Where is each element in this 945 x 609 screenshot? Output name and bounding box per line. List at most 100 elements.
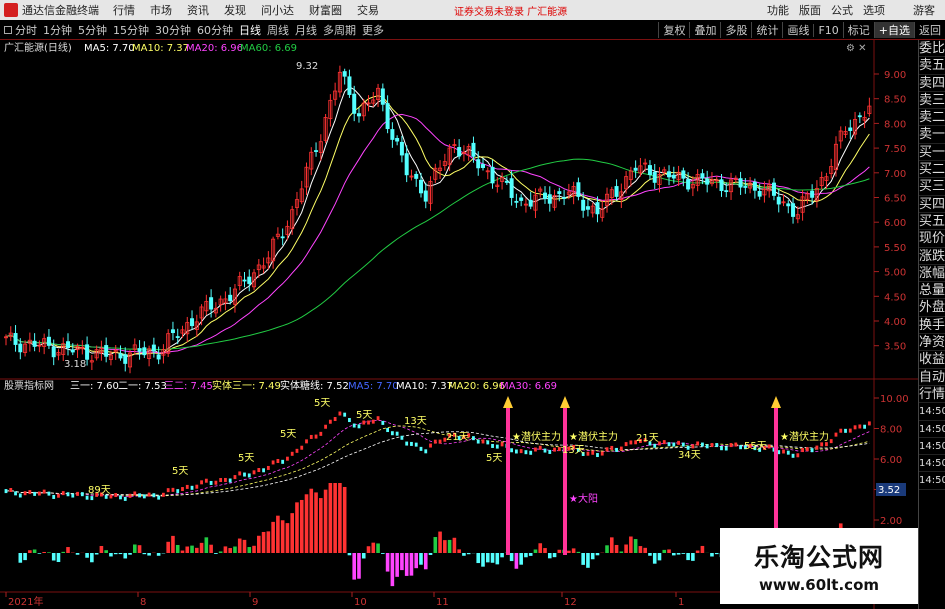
side-panel-item[interactable]: 委比 bbox=[919, 40, 945, 58]
guest-user[interactable]: 游客 bbox=[913, 2, 935, 18]
period-30min[interactable]: 30分钟 bbox=[155, 22, 191, 38]
side-panel-item[interactable]: 14:50 bbox=[919, 403, 945, 421]
histogram-bar bbox=[390, 553, 395, 587]
btn-adjust[interactable]: 复权 bbox=[658, 22, 689, 38]
toolbar-menu-icon[interactable] bbox=[4, 25, 12, 34]
histogram-bar bbox=[395, 553, 399, 577]
side-panel-item[interactable]: 净资 bbox=[919, 334, 945, 352]
histogram-bar bbox=[285, 523, 290, 553]
signal-label: ★潜伏主力 bbox=[569, 430, 618, 443]
menu-layout[interactable]: 版面 bbox=[799, 2, 821, 18]
period-weekly[interactable]: 周线 bbox=[267, 22, 289, 38]
watermark-url: www.60lt.com bbox=[758, 576, 880, 594]
side-panel-item[interactable]: 卖五 bbox=[919, 57, 945, 75]
menu-formula[interactable]: 公式 bbox=[831, 2, 853, 18]
menu-wealth-circle[interactable]: 财富圈 bbox=[309, 2, 342, 18]
side-panel-item[interactable]: 14:50 bbox=[919, 472, 945, 490]
btn-add-watchlist[interactable]: +自选 bbox=[873, 22, 914, 38]
side-panel-item[interactable]: 14:50 bbox=[919, 438, 945, 456]
side-panel-item[interactable]: 买三 bbox=[919, 178, 945, 196]
period-daily[interactable]: 日线 bbox=[239, 22, 261, 38]
period-multi[interactable]: 多周期 bbox=[323, 22, 356, 38]
main-y-axis: 9.00 8.50 8.00 7.50 7.00 6.50 6.00 5.50 5.00 4.50… bbox=[874, 70, 906, 353]
btn-overlay[interactable]: 叠加 bbox=[689, 22, 720, 38]
menu-news[interactable]: 资讯 bbox=[187, 2, 209, 18]
histogram-bar bbox=[266, 531, 271, 553]
indicator-candle bbox=[677, 440, 680, 445]
side-panel-item[interactable]: 自动 bbox=[919, 369, 945, 386]
main-y-tick-label: 7.00 bbox=[884, 169, 906, 180]
period-60min[interactable]: 60分钟 bbox=[197, 22, 233, 38]
side-panel-item[interactable]: 换手 bbox=[919, 317, 945, 335]
indicator-candle bbox=[414, 442, 418, 447]
candle-body bbox=[175, 336, 180, 338]
histogram-bar bbox=[638, 546, 643, 553]
btn-multi-stock[interactable]: 多股 bbox=[720, 22, 751, 38]
indicator-candle bbox=[233, 475, 237, 480]
side-panel-item[interactable]: 涨幅 bbox=[919, 265, 945, 283]
indicator-candle bbox=[433, 439, 437, 444]
side-panel-item[interactable]: 卖一 bbox=[919, 126, 945, 144]
period-monthly[interactable]: 月线 bbox=[295, 22, 317, 38]
menu-quotes[interactable]: 行情 bbox=[113, 2, 135, 18]
indicator-candle bbox=[805, 447, 809, 452]
indicator-candle bbox=[4, 489, 8, 494]
candle-body bbox=[399, 141, 404, 156]
side-panel-item[interactable]: 卖三 bbox=[919, 92, 945, 110]
btn-mark[interactable]: 标记 bbox=[842, 22, 874, 38]
side-panel-item[interactable]: 买一 bbox=[919, 144, 945, 162]
indicator-candle bbox=[472, 436, 475, 441]
histogram-bar bbox=[571, 548, 576, 553]
side-panel-item[interactable]: 收益 bbox=[919, 351, 945, 369]
side-panel-item[interactable]: 14:50 bbox=[919, 421, 945, 438]
indicator-y-axis: 10.008.006.004.002.00 bbox=[874, 394, 909, 527]
histogram-bar bbox=[295, 502, 299, 553]
trade-login-notice[interactable]: 证券交易未登录 广汇能源 bbox=[454, 3, 567, 18]
histogram-bar bbox=[347, 553, 352, 556]
side-panel-item[interactable]: 卖四 bbox=[919, 75, 945, 92]
side-panel-item[interactable]: 卖二 bbox=[919, 109, 945, 127]
side-panel-item[interactable]: 涨跌 bbox=[919, 248, 945, 265]
histogram-bar bbox=[376, 543, 380, 553]
period-15min[interactable]: 15分钟 bbox=[113, 22, 149, 38]
histogram-bar bbox=[290, 513, 294, 553]
histogram-bar bbox=[123, 553, 128, 559]
menu-options[interactable]: 选项 bbox=[863, 2, 885, 18]
indicator-candle bbox=[61, 491, 65, 496]
btn-back[interactable]: 返回 bbox=[914, 22, 945, 38]
btn-f10[interactable]: F10 bbox=[813, 23, 842, 37]
candle-body bbox=[423, 190, 428, 202]
candle-body bbox=[247, 276, 252, 284]
side-panel-item[interactable]: 外盘 bbox=[919, 299, 945, 317]
btn-draw-line[interactable]: 画线 bbox=[782, 22, 813, 38]
histogram-bar bbox=[51, 553, 56, 561]
side-panel-item[interactable]: 现价 bbox=[919, 230, 945, 248]
side-panel-item[interactable]: 行情 bbox=[919, 386, 945, 404]
histogram-bar bbox=[118, 553, 123, 555]
histogram-bar bbox=[319, 498, 323, 553]
histogram-bar bbox=[404, 553, 409, 576]
menu-discover[interactable]: 发现 bbox=[224, 2, 246, 18]
candle-body bbox=[700, 173, 705, 179]
menu-functions[interactable]: 功能 bbox=[767, 2, 789, 18]
menu-market[interactable]: 市场 bbox=[150, 2, 172, 18]
side-panel-item[interactable]: 买五 bbox=[919, 213, 945, 231]
side-panel-item[interactable]: 14:50 bbox=[919, 455, 945, 473]
side-panel-item[interactable]: 买二 bbox=[919, 161, 945, 179]
side-panel-item[interactable]: 总量 bbox=[919, 282, 945, 300]
period-intraday[interactable]: 分时 bbox=[15, 22, 37, 38]
menu-ask-xiaoda[interactable]: 问小达 bbox=[261, 2, 294, 18]
chart-canvas[interactable]: 广汇能源(日线) MA5: 7.70 MA10: 7.37 MA20: 6.96… bbox=[0, 40, 918, 609]
side-panel-item[interactable]: 买四 bbox=[919, 196, 945, 213]
period-5min[interactable]: 5分钟 bbox=[78, 22, 107, 38]
btn-statistics[interactable]: 统计 bbox=[751, 22, 782, 38]
chart-settings-icon[interactable]: ⚙ ✕ bbox=[846, 43, 867, 54]
period-more[interactable]: 更多 bbox=[362, 22, 384, 38]
indicator-candle bbox=[85, 495, 89, 500]
indicator-candle bbox=[786, 450, 790, 455]
histogram-bar bbox=[609, 537, 614, 553]
menu-trade[interactable]: 交易 bbox=[357, 2, 379, 18]
period-1min[interactable]: 1分钟 bbox=[43, 22, 72, 38]
main-y-tick-label: 6.50 bbox=[884, 194, 906, 205]
indicator-candle bbox=[176, 489, 180, 494]
